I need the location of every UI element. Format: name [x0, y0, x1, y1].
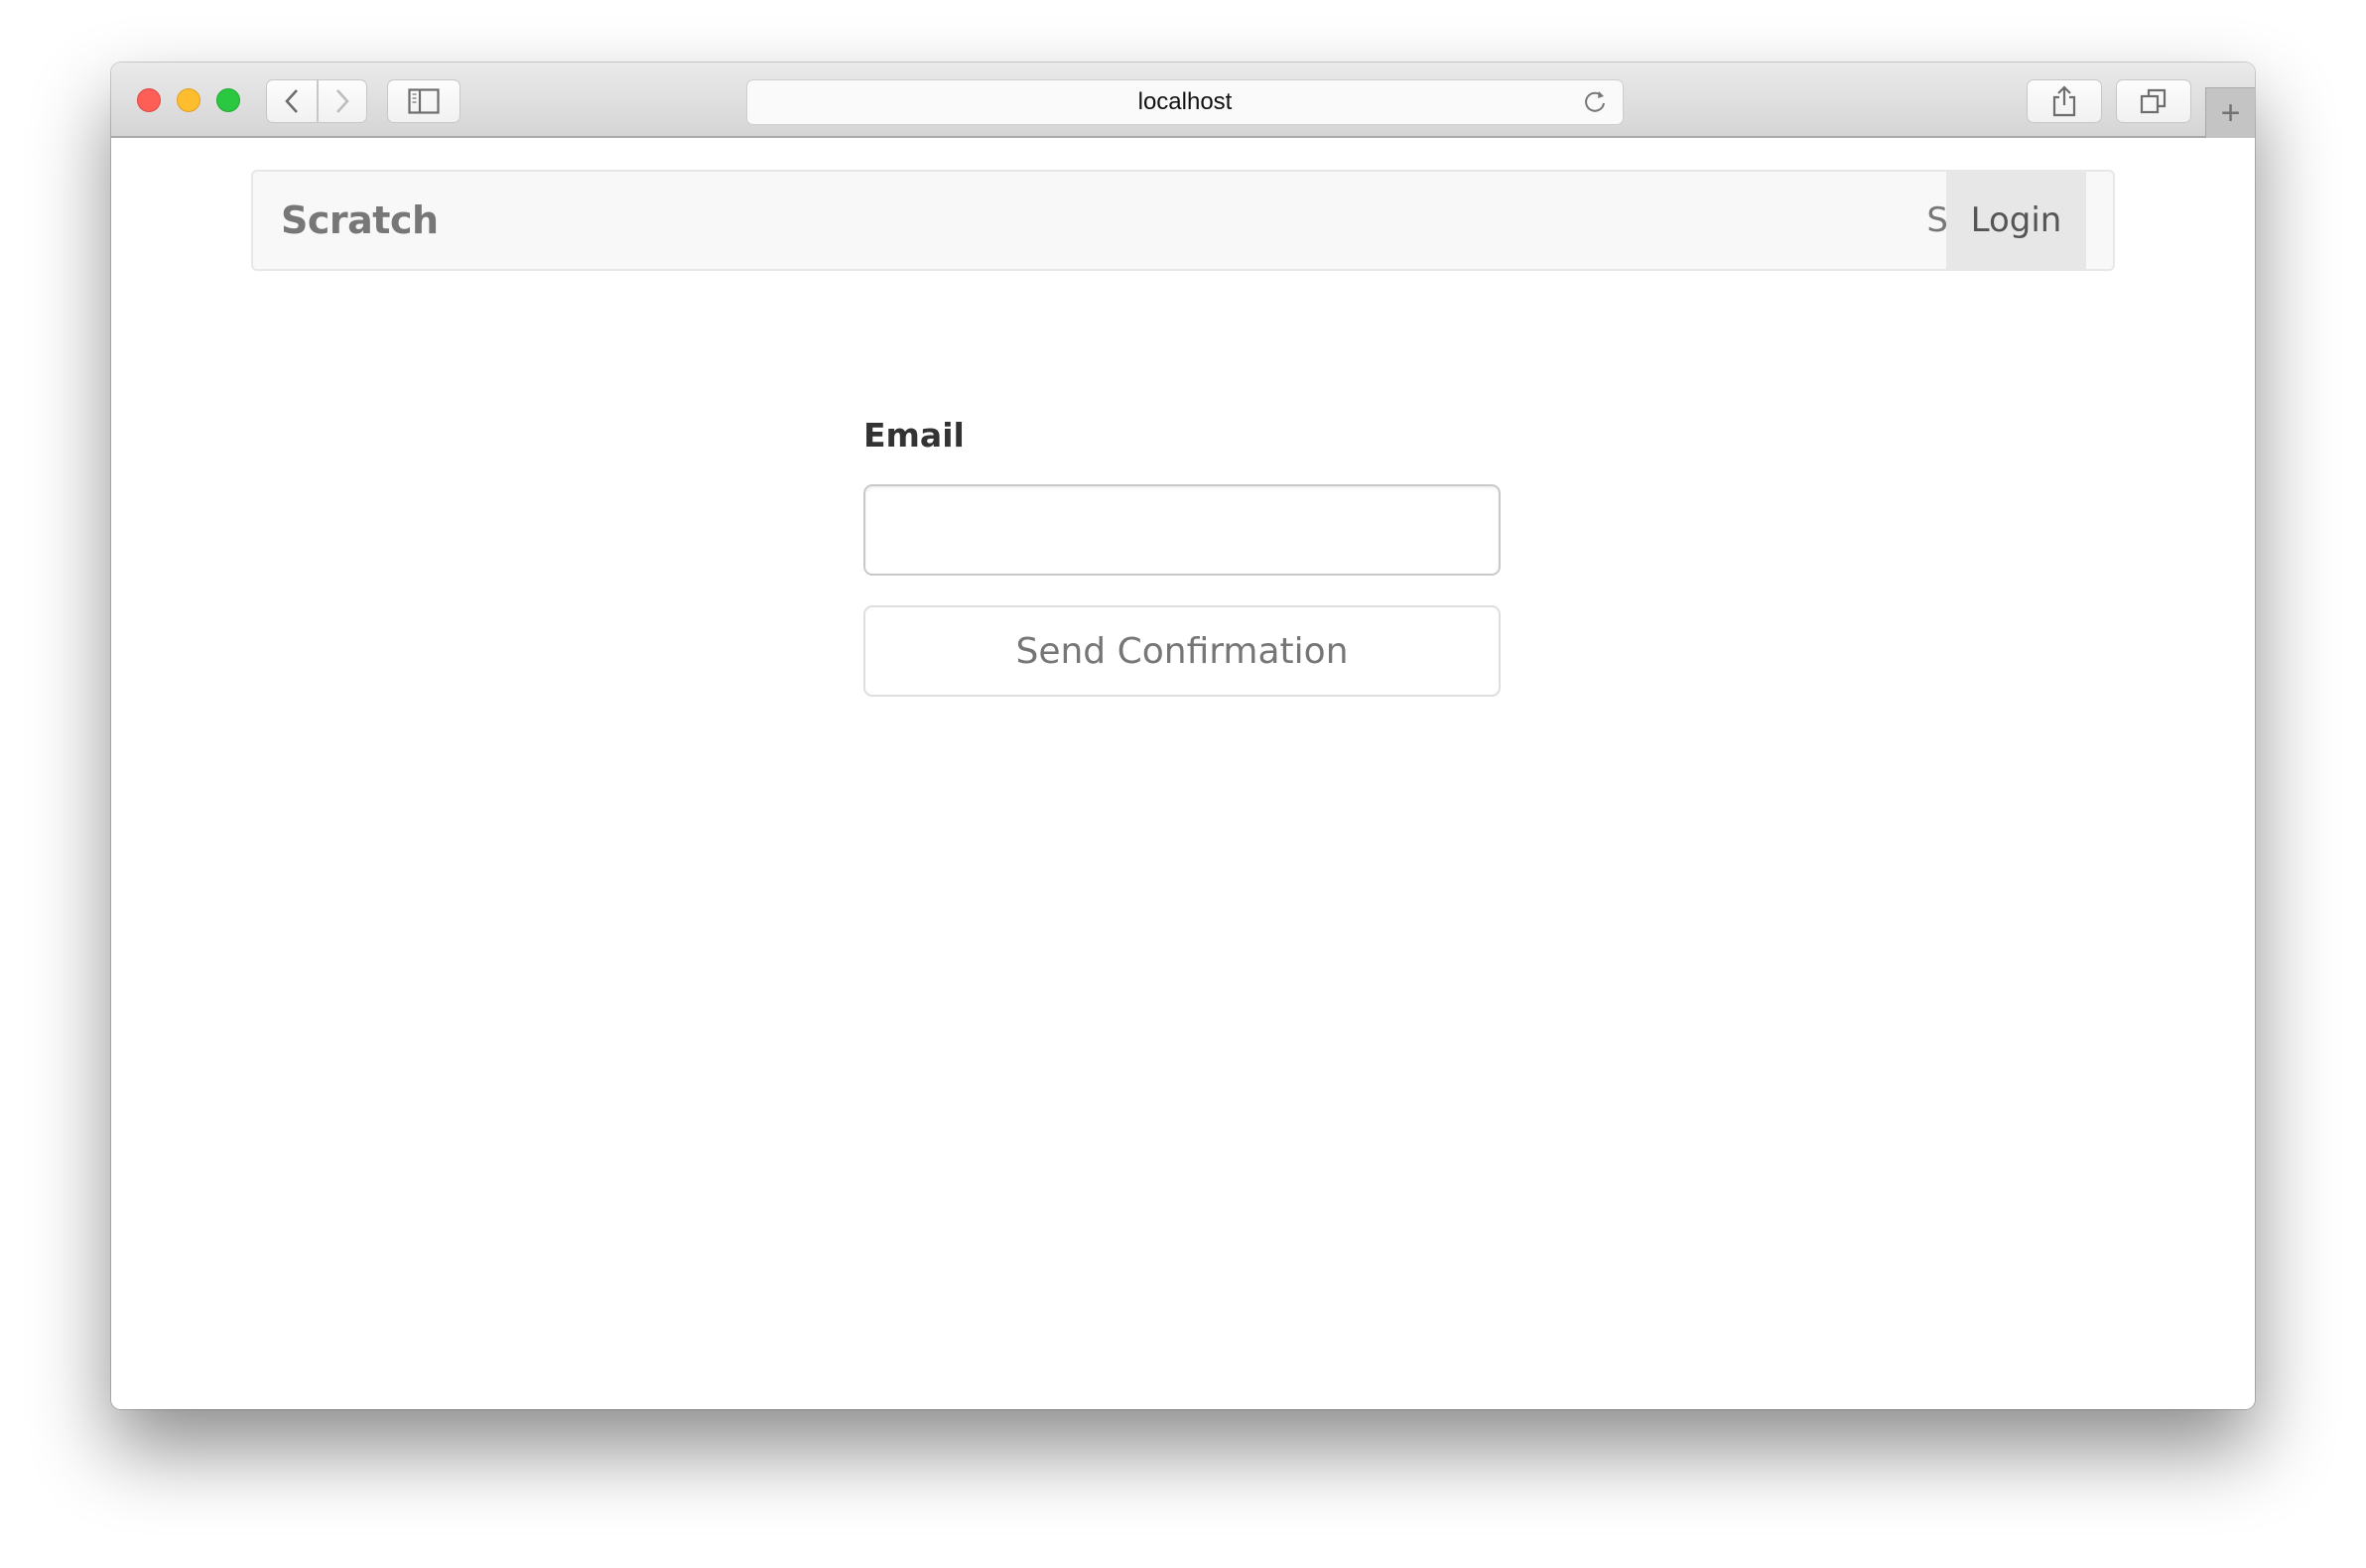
new-tab-button[interactable]: +: [2205, 87, 2255, 138]
email-label: Email: [863, 416, 965, 455]
close-light-icon[interactable]: [137, 88, 161, 112]
minimize-light-icon[interactable]: [177, 88, 200, 112]
email-input[interactable]: [863, 484, 1501, 576]
share-icon: [2052, 85, 2076, 117]
maximize-light-icon[interactable]: [216, 88, 240, 112]
chevron-right-icon: [336, 89, 349, 113]
plus-icon: +: [2220, 93, 2241, 132]
chevron-left-icon: [285, 89, 298, 113]
browser-window: localhost + Scratch Signup Login Email S…: [111, 63, 2255, 1409]
browser-toolbar: localhost +: [111, 63, 2255, 138]
sidebar-icon: [408, 88, 440, 114]
address-bar[interactable]: localhost: [746, 79, 1624, 125]
url-text: localhost: [1137, 88, 1233, 115]
sidebar-button[interactable]: [387, 79, 460, 123]
forward-button[interactable]: [318, 79, 367, 123]
reload-icon[interactable]: [1581, 88, 1609, 116]
tabs-overview-icon: [2140, 88, 2167, 114]
back-button[interactable]: [266, 79, 318, 123]
navbar: Scratch Signup Login: [251, 170, 2115, 271]
nav-login-link[interactable]: Login: [1946, 172, 2086, 269]
page-content: Scratch Signup Login Email Send Confirma…: [111, 138, 2255, 1409]
brand-link[interactable]: Scratch: [281, 172, 439, 269]
send-confirmation-button[interactable]: Send Confirmation: [863, 605, 1501, 697]
share-button[interactable]: [2027, 79, 2102, 123]
tabs-overview-button[interactable]: [2116, 79, 2191, 123]
